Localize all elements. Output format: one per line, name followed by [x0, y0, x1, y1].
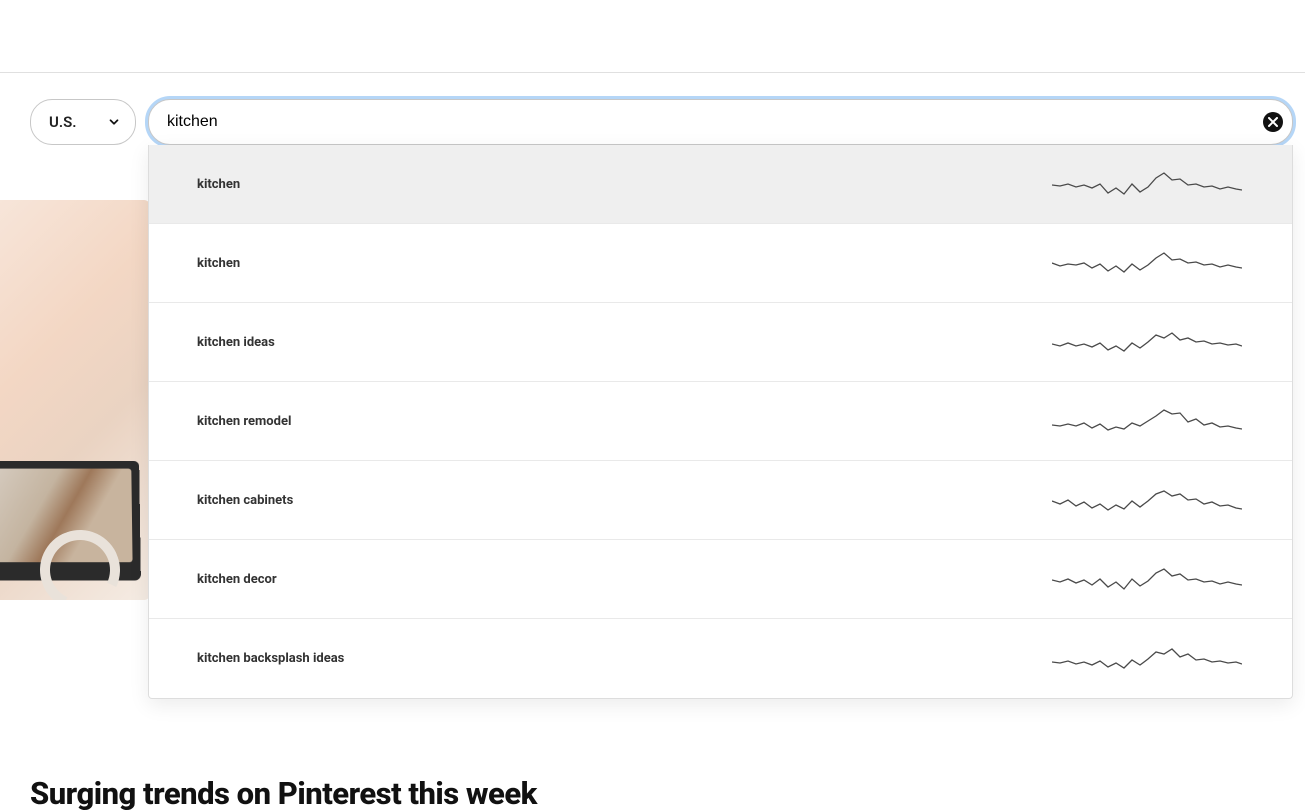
suggestion-label: kitchen [197, 177, 240, 192]
suggestion-item[interactable]: kitchen ideas [149, 303, 1292, 382]
close-icon [1268, 117, 1278, 127]
clear-search-button[interactable] [1263, 112, 1283, 132]
page-heading: Surging trends on Pinterest this week [30, 775, 1275, 812]
suggestion-label: kitchen remodel [197, 414, 291, 429]
suggestion-label: kitchen ideas [197, 335, 275, 350]
suggestions-dropdown: kitchen kitchen kitchen ideas kitchen remod… [148, 145, 1293, 699]
sparkline-icon [1052, 405, 1242, 437]
sparkline-icon [1052, 326, 1242, 358]
suggestion-item[interactable]: kitchen remodel [149, 382, 1292, 461]
suggestion-label: kitchen [197, 256, 240, 271]
suggestion-item[interactable]: kitchen [149, 224, 1292, 303]
suggestion-item[interactable]: kitchen [149, 145, 1292, 224]
top-spacer [0, 0, 1305, 72]
suggestion-label: kitchen backsplash ideas [197, 651, 344, 666]
search-input[interactable] [148, 99, 1293, 145]
suggestion-item[interactable]: kitchen cabinets [149, 461, 1292, 540]
suggestion-label: kitchen cabinets [197, 493, 293, 508]
sparkline-icon [1052, 168, 1242, 200]
search-wrap: kitchenkitchenkitchen ideaskitchen remod… [148, 99, 1293, 145]
region-label: U.S. [49, 113, 77, 131]
suggestion-item[interactable]: kitchen backsplash ideas [149, 619, 1292, 698]
suggestion-item[interactable]: kitchen decor [149, 540, 1292, 619]
sparkline-icon [1052, 643, 1242, 675]
sparkline-icon [1052, 484, 1242, 516]
chevron-down-icon [107, 115, 121, 129]
suggestion-label: kitchen decor [197, 572, 277, 587]
region-select[interactable]: U.S. [30, 99, 136, 145]
sparkline-icon [1052, 563, 1242, 595]
sparkline-icon [1052, 247, 1242, 279]
controls-row: U.S. kitchenkitchenkitchen ideaskitchen … [0, 73, 1305, 145]
